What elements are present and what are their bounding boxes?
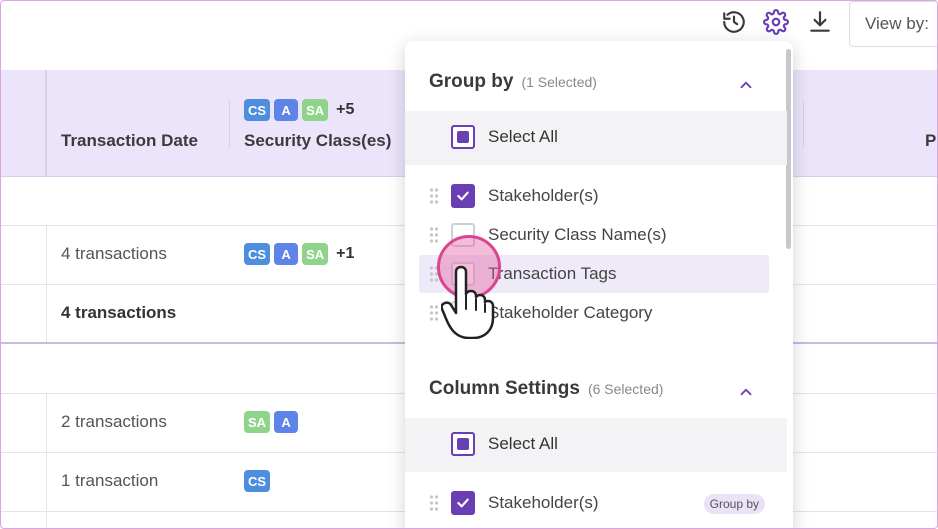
item-label: Stakeholder Category — [488, 303, 653, 322]
group-by-pill: Group by — [703, 494, 765, 514]
group-by-item-stakeholders[interactable]: Stakeholder(s) — [405, 177, 787, 215]
check-icon — [457, 191, 469, 201]
column-header-partial[interactable]: P — [925, 131, 936, 151]
drag-handle-icon[interactable] — [429, 494, 439, 512]
chevron-up-icon[interactable] — [737, 76, 755, 94]
gear-icon[interactable] — [761, 7, 791, 37]
column-settings-select-all[interactable]: Select All — [405, 418, 787, 472]
select-all-checkbox[interactable] — [451, 432, 475, 456]
header-security-badges: CS A SA +5 — [244, 99, 354, 121]
item-label: Security Class Name(s) — [488, 225, 667, 244]
table-row-summary: 4 transactions — [61, 244, 167, 263]
item-label: Transaction Tags — [488, 264, 617, 283]
table-row-total: 4 transactions — [61, 303, 177, 322]
column-header-transaction-date[interactable]: Transaction Date — [61, 131, 198, 151]
badge-more-count: +5 — [336, 101, 355, 118]
badge-cs: CS — [244, 470, 271, 492]
badge-a: A — [274, 411, 299, 433]
drag-handle-icon[interactable] — [429, 187, 439, 205]
item-label: Stakeholder(s) — [488, 493, 599, 512]
row-security-badges: CS A SA +1 — [244, 243, 354, 265]
select-all-checkbox[interactable] — [451, 125, 475, 149]
badge-cs: CS — [244, 243, 271, 265]
checkbox-checked[interactable] — [451, 491, 475, 515]
download-icon[interactable] — [805, 7, 835, 37]
column-settings-item-stakeholders[interactable]: Stakeholder(s) Group by — [405, 484, 787, 522]
column-divider — [45, 70, 47, 177]
column-divider — [46, 393, 47, 528]
table-row-summary: 1 transaction — [61, 471, 159, 490]
column-settings-count: (6 Selected) — [587, 381, 664, 397]
column-divider — [229, 100, 230, 148]
view-by-label: View by: — [865, 14, 929, 33]
badge-more-count: +1 — [336, 245, 355, 262]
history-icon[interactable] — [719, 7, 749, 37]
check-icon — [457, 498, 469, 508]
app-frame: View by: Transaction Date CS A SA +5 Sec… — [0, 0, 938, 529]
select-all-label: Select All — [488, 127, 558, 146]
column-header-security-classes[interactable]: Security Class(es) — [244, 131, 391, 151]
drag-handle-icon[interactable] — [429, 226, 439, 244]
hand-cursor-icon — [441, 265, 495, 339]
checkbox-checked[interactable] — [451, 184, 475, 208]
row-security-badges: SA A — [244, 411, 299, 433]
badge-a: A — [274, 99, 299, 121]
item-label: Stakeholder(s) — [488, 186, 599, 205]
group-by-count: (1 Selected) — [521, 74, 597, 90]
group-by-title-text: Group by — [429, 71, 514, 92]
badge-sa: SA — [302, 243, 329, 265]
badge-sa: SA — [302, 99, 329, 121]
badge-sa: SA — [244, 411, 271, 433]
column-settings-title: Column Settings (6 Selected) — [429, 378, 663, 400]
group-by-select-all[interactable]: Select All — [405, 111, 787, 165]
badge-a: A — [274, 243, 299, 265]
select-all-label: Select All — [488, 434, 558, 453]
column-settings-title-text: Column Settings — [429, 378, 580, 399]
drag-handle-icon[interactable] — [429, 304, 439, 322]
view-by-select[interactable]: View by: — [849, 1, 937, 47]
column-divider — [803, 100, 804, 148]
table-row-summary: 2 transactions — [61, 412, 167, 431]
chevron-up-icon[interactable] — [737, 383, 755, 401]
row-security-badges: CS — [244, 470, 271, 492]
badge-cs: CS — [244, 99, 271, 121]
group-by-title: Group by (1 Selected) — [429, 71, 597, 93]
